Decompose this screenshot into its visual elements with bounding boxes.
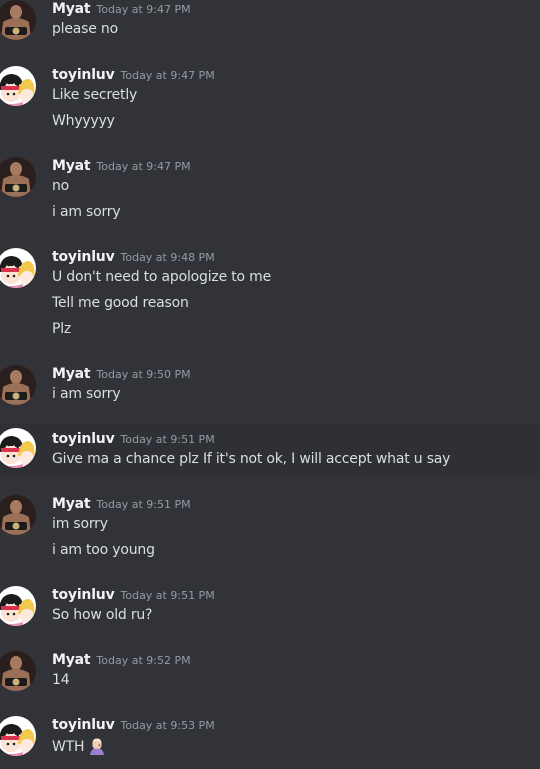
username[interactable]: toyinluv (52, 67, 115, 83)
message-text: Give ma a chance plz If it's not ok, I w… (52, 451, 451, 467)
myat-avatar[interactable] (0, 651, 36, 691)
timestamp: Today at 9:51 PM (96, 498, 191, 511)
woman-facepalming-emoji-icon (88, 737, 106, 755)
message-group: Myat Today at 9:47 PM please no (0, 0, 540, 44)
timestamp: Today at 9:50 PM (96, 368, 191, 381)
message-group: toyinluv Today at 9:51 PM Give ma a chanc… (0, 424, 540, 474)
username[interactable]: toyinluv (52, 431, 115, 447)
message-text: please no (52, 21, 118, 37)
toyinluv-avatar[interactable] (0, 248, 36, 288)
message-group: toyinluv Today at 9:51 PM So how old ru? (0, 584, 540, 630)
myat-avatar[interactable] (0, 495, 36, 535)
myat-avatar[interactable] (0, 365, 36, 405)
username[interactable]: Myat (52, 1, 91, 17)
message-group: Myat Today at 9:51 PM im sorry i am too y… (0, 493, 540, 565)
myat-avatar[interactable] (0, 157, 36, 197)
timestamp: Today at 9:51 PM (120, 433, 215, 446)
username[interactable]: toyinluv (52, 717, 115, 733)
username[interactable]: toyinluv (52, 587, 115, 603)
message-text: i am sorry (52, 204, 121, 220)
message-group: Myat Today at 9:50 PM i am sorry (0, 363, 540, 409)
message-text: 14 (52, 672, 70, 688)
message-group: Myat Today at 9:47 PM no i am sorry (0, 155, 540, 227)
timestamp: Today at 9:53 PM (120, 719, 215, 732)
toyinluv-avatar[interactable] (0, 428, 36, 468)
message-text: i am sorry (52, 386, 121, 402)
myat-avatar[interactable] (0, 0, 36, 40)
message-text: U don't need to apologize to me (52, 269, 271, 285)
message-text: i am too young (52, 542, 155, 558)
message-group: toyinluv Today at 9:53 PM WTH (0, 714, 540, 764)
timestamp: Today at 9:47 PM (96, 3, 191, 16)
message-text: im sorry (52, 516, 108, 532)
message-group: toyinluv Today at 9:48 PM U don't need to… (0, 246, 540, 344)
username[interactable]: toyinluv (52, 249, 115, 265)
toyinluv-avatar[interactable] (0, 586, 36, 626)
username[interactable]: Myat (52, 652, 91, 668)
username[interactable]: Myat (52, 496, 91, 512)
message-text: Like secretly (52, 87, 138, 103)
message-text-row: WTH (52, 737, 106, 755)
message-text: Whyyyyy (52, 113, 115, 129)
message-text: Plz (52, 321, 72, 337)
timestamp: Today at 9:52 PM (96, 654, 191, 667)
timestamp: Today at 9:48 PM (120, 251, 215, 264)
timestamp: Today at 9:47 PM (120, 69, 215, 82)
message-text: Tell me good reason (52, 295, 189, 311)
toyinluv-avatar[interactable] (0, 716, 36, 756)
message-group: toyinluv Today at 9:47 PM Like secretly W… (0, 64, 540, 136)
username[interactable]: Myat (52, 366, 91, 382)
message-text: WTH (52, 739, 85, 755)
toyinluv-avatar[interactable] (0, 66, 36, 106)
message-group: Myat Today at 9:52 PM 14 (0, 649, 540, 695)
timestamp: Today at 9:51 PM (120, 589, 215, 602)
timestamp: Today at 9:47 PM (96, 160, 191, 173)
message-text: no (52, 178, 70, 194)
username[interactable]: Myat (52, 158, 91, 174)
message-text: So how old ru? (52, 607, 153, 623)
